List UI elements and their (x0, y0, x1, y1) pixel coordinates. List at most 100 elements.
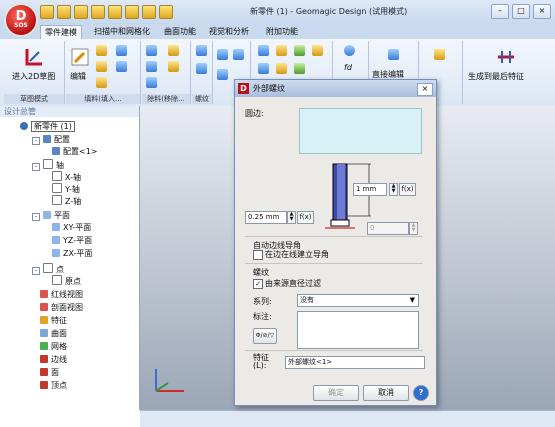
edge-label: 圆边: (245, 109, 264, 118)
thread-length-field[interactable]: 1 mm (353, 183, 387, 196)
save-icon[interactable] (74, 5, 88, 19)
new-icon[interactable] (40, 5, 54, 19)
tree-item-z-axis[interactable]: Z-轴 (52, 195, 81, 206)
tree-item-xy-plane[interactable]: XY-平面 (52, 222, 91, 233)
tree-item-point[interactable]: -点 (32, 263, 64, 275)
ribbon-tabs: 零件建模 扫描中和网格化 曲面功能 视觉和分析 附加功能 (0, 24, 555, 39)
tree-item-axis[interactable]: -轴 (32, 159, 64, 171)
tree-item-plane[interactable]: - 平面 (32, 210, 70, 221)
pattern-icon[interactable] (217, 49, 228, 60)
redo-icon[interactable] (125, 5, 139, 19)
tab-scan-mesh[interactable]: 扫描中和网格化 (90, 25, 154, 38)
edge-icon (40, 355, 48, 363)
print-icon[interactable] (91, 5, 105, 19)
extrude-icon[interactable] (96, 45, 107, 56)
disabled-spinner[interactable]: ▲ ▼ (409, 222, 418, 235)
tree-item-vertices[interactable]: 顶点 (40, 380, 67, 391)
spec-label: 标注: (253, 312, 272, 321)
mirror-icon[interactable] (233, 49, 244, 60)
tab-part-modeling[interactable]: 零件建模 (40, 25, 82, 39)
help-button[interactable]: ? (413, 385, 429, 401)
maximize-button[interactable]: □ (512, 4, 530, 19)
edit-button[interactable]: 编辑 (70, 71, 86, 82)
sketch-2d-icon[interactable] (24, 47, 44, 67)
edit-icon[interactable] (70, 47, 90, 67)
tree-item-faces[interactable]: 面 (40, 367, 59, 378)
tree-item-config[interactable]: - 配置 (32, 134, 70, 145)
cone-icon[interactable] (312, 45, 323, 56)
measure-icon[interactable] (344, 45, 355, 56)
offset-spinner[interactable]: ▲ ▼ (287, 211, 296, 224)
mesh-icon (40, 342, 48, 350)
cancel-button[interactable]: 取消 (363, 385, 409, 401)
tab-visual-analysis[interactable]: 视觉和分析 (205, 25, 253, 38)
revolve-icon[interactable] (96, 61, 107, 72)
close-button[interactable]: × (533, 4, 551, 19)
direct-edit-icon[interactable] (388, 49, 399, 60)
feature-name-field[interactable]: 外部螺纹<1> (285, 356, 425, 369)
tree-item-origin[interactable]: 原点 (52, 275, 81, 286)
generate-to-last-feature-button[interactable]: 生成到最后特征 (468, 71, 524, 82)
array-icon[interactable] (217, 69, 228, 80)
box-icon[interactable] (258, 45, 269, 56)
tree-item-x-axis[interactable]: X-轴 (52, 171, 81, 182)
thread-length-spinner[interactable]: ▲ ▼ (389, 183, 398, 196)
thread-section-title: 螺纹 (253, 268, 269, 277)
tree-item-surfaces[interactable]: 曲面 (40, 328, 67, 339)
options-icon[interactable] (142, 5, 156, 19)
loft-icon[interactable] (116, 45, 127, 56)
offset-field[interactable]: 0.25 mm (245, 211, 287, 224)
sphere-icon[interactable] (294, 45, 305, 56)
rib-icon[interactable] (116, 61, 127, 72)
panel-title: 设计总管 (0, 106, 139, 117)
tree-item-yz-plane[interactable]: YZ-平面 (52, 235, 92, 246)
cut-sweep-icon[interactable] (146, 77, 157, 88)
tab-addons[interactable]: 附加功能 (262, 25, 302, 38)
tool-icon[interactable] (159, 5, 173, 19)
app-logo[interactable]: D SOS (4, 3, 38, 37)
offset-fx-button[interactable]: f(x) (297, 211, 314, 224)
generate-feature-icon[interactable] (496, 47, 516, 67)
fillet-icon[interactable] (258, 63, 269, 74)
tree-item-redline-view[interactable]: 红线视图 (40, 289, 83, 300)
tree-item-y-axis[interactable]: Y-轴 (52, 183, 80, 194)
tab-surface[interactable]: 曲面功能 (160, 25, 200, 38)
thread-length-fx-button[interactable]: f(x) (399, 183, 416, 196)
enter-2d-sketch-button[interactable]: 进入2D草图 (12, 71, 55, 82)
derive-from-source-checkbox[interactable]: ✓ (253, 279, 263, 289)
dialog-close-button[interactable]: × (417, 83, 433, 96)
cut-revolve-icon[interactable] (146, 61, 157, 72)
spec-tool-button[interactable]: Φ/⊘/▽ (253, 328, 277, 344)
thread-tool-icon[interactable] (196, 63, 207, 74)
edge-selection-box[interactable] (299, 108, 422, 154)
status-bar (140, 410, 555, 427)
draft-icon[interactable] (294, 63, 305, 74)
tree-item-section-view[interactable]: 剖面视图 (40, 302, 83, 313)
series-select[interactable]: 没有 ▼ (297, 294, 419, 307)
chamfer-icon[interactable] (276, 63, 287, 74)
open-icon[interactable] (57, 5, 71, 19)
minimize-button[interactable]: – (491, 4, 509, 19)
axis-triad-icon (155, 369, 184, 392)
group-remove: 除料(移除... (142, 41, 191, 104)
undo-icon[interactable] (108, 5, 122, 19)
origin-icon (52, 275, 62, 285)
thread-icon[interactable] (196, 45, 207, 56)
shell-icon[interactable] (168, 61, 179, 72)
ok-button[interactable]: 确定 (313, 385, 359, 401)
cut-extrude-icon[interactable] (146, 45, 157, 56)
tree-item-zx-plane[interactable]: ZX-平面 (52, 248, 92, 259)
hole-icon[interactable] (168, 45, 179, 56)
cylinder-icon[interactable] (276, 45, 287, 56)
spec-textarea[interactable] (297, 311, 419, 349)
auto-chamfer-checkbox[interactable] (253, 250, 263, 260)
tree-root[interactable]: 新零件 (1) (20, 121, 75, 132)
disabled-value-field[interactable]: 0 (367, 222, 409, 235)
tree-item-features[interactable]: 特征 (40, 315, 67, 326)
tree-item-mesh[interactable]: 网格 (40, 341, 67, 352)
misc-tool-icon[interactable] (434, 49, 445, 60)
sweep-icon[interactable] (96, 77, 107, 88)
dialog-title-bar: D 外部螺纹 × (235, 80, 436, 97)
tree-item-config-1[interactable]: 配置<1> (52, 146, 98, 157)
tree-item-edges[interactable]: 边线 (40, 354, 67, 365)
